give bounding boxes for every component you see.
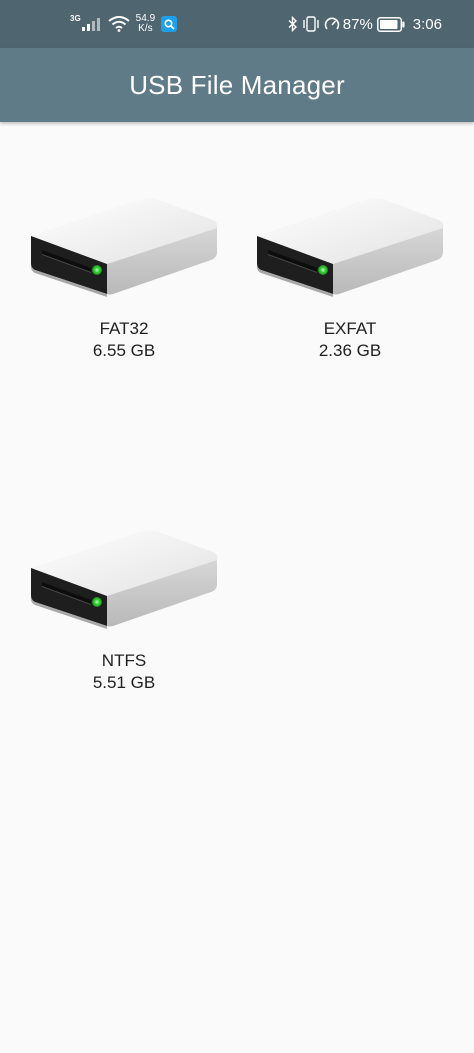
status-left-group: 3G 54.9 K/s: [70, 0, 178, 48]
app-title: USB File Manager: [129, 69, 345, 100]
status-right-group: 87% 3:06: [284, 0, 442, 48]
drive-name: FAT32: [99, 319, 149, 338]
hard-drive-icon: [256, 198, 444, 297]
drive-item-fat32[interactable]: FAT32 6.55 GB: [24, 198, 224, 362]
network-speed: 54.9 K/s: [136, 14, 155, 34]
wifi-icon: [108, 16, 130, 32]
network-type-label: 3G: [70, 13, 81, 23]
hard-drive-icon: [30, 198, 218, 297]
bluetooth-icon: [288, 16, 298, 32]
drive-name: NTFS: [101, 651, 147, 670]
vibrate-icon: [302, 16, 320, 32]
drive-name: EXFAT: [323, 319, 377, 338]
app-bar: USB File Manager: [0, 48, 474, 122]
battery-percent: 87%: [342, 15, 373, 33]
drive-grid: FAT32 6.55 GB EXFAT 2.36 GB NTFS 5.51 GB: [0, 122, 474, 1053]
signal-icon: [81, 18, 100, 31]
drive-item-exfat[interactable]: EXFAT 2.36 GB: [250, 198, 450, 362]
hard-drive-icon: [30, 530, 218, 629]
drive-item-ntfs[interactable]: NTFS 5.51 GB: [24, 530, 224, 694]
battery-icon: [376, 16, 405, 32]
drive-size: 6.55 GB: [92, 341, 156, 360]
status-bar: 3G 54.9 K/s 87% 3:06: [0, 0, 474, 48]
speed-unit: K/s: [138, 23, 153, 34]
search-app-icon: [161, 16, 178, 32]
drive-size: 5.51 GB: [92, 673, 156, 692]
drive-size: 2.36 GB: [318, 341, 382, 360]
speedometer-icon: [324, 16, 340, 32]
clock-time: 3:06: [412, 15, 442, 33]
